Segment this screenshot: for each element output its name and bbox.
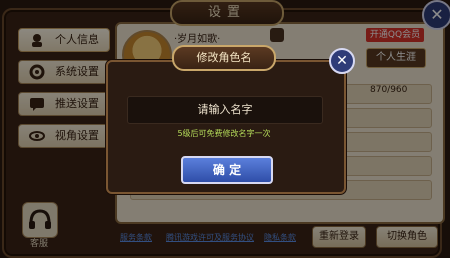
dialog-title: 修改角色名	[172, 45, 276, 71]
confirm-button[interactable]: 确 定	[181, 156, 273, 184]
name-input[interactable]: 请输入名字	[127, 96, 323, 124]
hint-text: 5级后可免费修改名字一次	[177, 129, 271, 138]
close-icon[interactable]: ✕	[329, 48, 355, 74]
